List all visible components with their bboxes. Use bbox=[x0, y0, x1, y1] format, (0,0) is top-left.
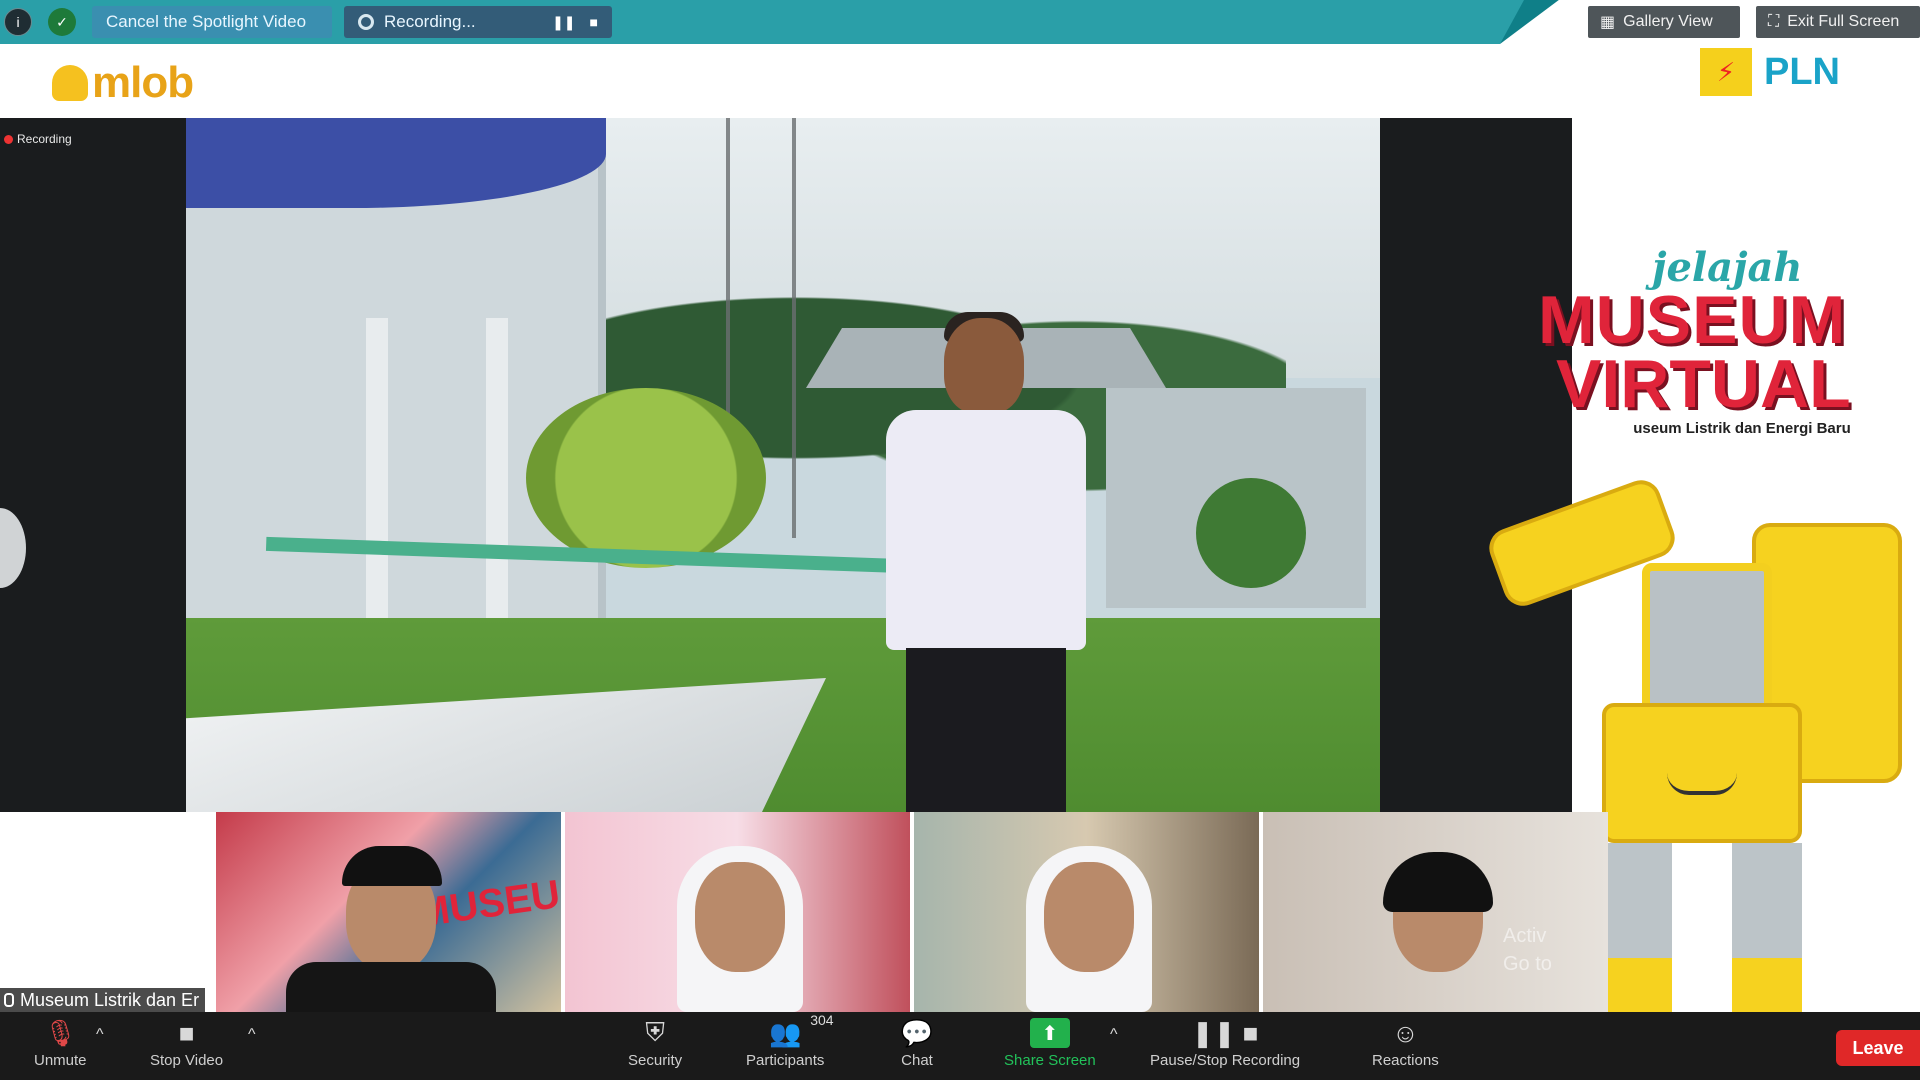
speaker-name-tag: Museum Listrik dan Er bbox=[0, 988, 206, 1012]
reactions-button[interactable]: ☺ Reactions bbox=[1372, 1017, 1439, 1070]
building-roof bbox=[186, 118, 606, 208]
pause-recording-icon[interactable]: ❚❚ bbox=[552, 14, 575, 31]
pause-stop-recording-label: Pause/Stop Recording bbox=[1150, 1052, 1301, 1069]
audio-options-chevron-icon[interactable]: ^ bbox=[96, 1026, 104, 1044]
mlob-logo: mlob bbox=[52, 56, 194, 110]
exit-full-screen-button[interactable]: ⛶ Exit Full Screen bbox=[1756, 6, 1920, 38]
video-bush bbox=[526, 388, 766, 568]
participant-tile[interactable] bbox=[565, 812, 910, 1012]
meeting-info-icon[interactable]: i bbox=[4, 8, 32, 36]
share-screen-icon: ⬆ bbox=[1029, 1018, 1070, 1048]
spotlight-video[interactable] bbox=[186, 118, 1380, 812]
pln-logo: ⚡ PLN bbox=[1700, 44, 1840, 100]
watermark-line-1: Activ bbox=[1503, 925, 1547, 947]
reactions-label: Reactions bbox=[1372, 1052, 1439, 1069]
presenter-head bbox=[944, 318, 1024, 414]
recording-status-pill: Recording... ❚❚ ■ bbox=[344, 6, 612, 38]
mic-icon bbox=[4, 993, 14, 1007]
encryption-shield-icon[interactable]: ✓ bbox=[48, 8, 76, 36]
leave-button[interactable]: Leave bbox=[1836, 1030, 1920, 1066]
unmute-label: Unmute bbox=[34, 1052, 87, 1069]
recording-dot-icon bbox=[4, 134, 13, 144]
poster-museum: MUSEUM bbox=[1538, 282, 1847, 358]
gallery-view-button[interactable]: ▦ Gallery View bbox=[1588, 6, 1740, 38]
participants-icon: 👥 304 bbox=[769, 1012, 834, 1048]
museum-virtual-poster: jelajah MUSEUM VIRTUAL useum Listrik dan… bbox=[1483, 118, 1920, 1018]
robot-leg-left bbox=[1602, 843, 1672, 1018]
building-pillar bbox=[366, 318, 388, 638]
participant-tile[interactable]: MUSEU bbox=[216, 812, 561, 1012]
muted-mic-icon: 🎙 bbox=[43, 1017, 77, 1048]
speaker-name: Museum Listrik dan Er bbox=[20, 989, 200, 1010]
recording-indicator: Recording bbox=[4, 132, 72, 146]
recording-status-label: Recording... bbox=[384, 12, 476, 31]
share-options-chevron-icon[interactable]: ^ bbox=[1110, 1026, 1118, 1044]
pause-stop-recording-button[interactable]: ❚❚ ■ Pause/Stop Recording bbox=[1150, 1017, 1301, 1070]
stop-video-label: Stop Video bbox=[150, 1052, 224, 1069]
video-small-tree bbox=[1196, 478, 1306, 588]
presenter-pants bbox=[906, 648, 1066, 812]
lightning-logo-icon: ⚡ bbox=[1700, 48, 1752, 96]
mlob-logo-text: mlob bbox=[92, 58, 194, 107]
robot-smile bbox=[1667, 773, 1737, 795]
presenter-shirt bbox=[886, 410, 1086, 650]
participant-cap bbox=[342, 846, 442, 886]
smiley-icon: ☺ bbox=[1392, 1017, 1419, 1048]
activation-watermark: Activ Go to bbox=[1503, 922, 1552, 978]
sun-logo-icon bbox=[52, 65, 88, 101]
exit-full-screen-label: Exit Full Screen bbox=[1787, 13, 1900, 30]
security-button[interactable]: ⛨ Security bbox=[628, 1017, 683, 1069]
video-camera-icon: ■ bbox=[178, 1017, 195, 1048]
shield-icon: ⛨ bbox=[645, 1017, 665, 1047]
participants-label: Participants bbox=[746, 1052, 825, 1069]
chat-bubble-icon: 💬 bbox=[900, 1017, 934, 1048]
poster-subtitle: useum Listrik dan Energi Baru bbox=[1633, 420, 1851, 437]
robot-leg-right bbox=[1732, 843, 1802, 1018]
participant-face bbox=[695, 862, 785, 972]
recording-indicator-label: Recording bbox=[17, 132, 72, 146]
robot-head bbox=[1642, 563, 1772, 713]
unmute-button[interactable]: 🎙 Unmute bbox=[34, 1017, 87, 1070]
cancel-spotlight-button[interactable]: Cancel the Spotlight Video bbox=[92, 6, 332, 38]
gallery-view-label: Gallery View bbox=[1623, 13, 1713, 30]
participant-body bbox=[286, 962, 496, 1012]
participant-tile[interactable] bbox=[914, 812, 1259, 1012]
chat-button[interactable]: 💬 Chat bbox=[900, 1017, 934, 1070]
video-options-chevron-icon[interactable]: ^ bbox=[248, 1026, 256, 1044]
pause-stop-icon: ❚❚ ■ bbox=[1191, 1017, 1259, 1048]
participant-tile[interactable]: Activ Go to bbox=[1263, 812, 1608, 1012]
recording-icon bbox=[358, 14, 374, 30]
meeting-toolbar: 🎙 Unmute ^ ■ Stop Video ^ ⛨ Security 👥 3… bbox=[0, 1012, 1920, 1080]
presenter bbox=[866, 312, 1106, 812]
grid-icon: ▦ bbox=[1600, 14, 1616, 31]
exit-full-screen-icon: ⛶ bbox=[1768, 13, 1780, 30]
participants-button[interactable]: 👥 304 Participants bbox=[746, 1012, 834, 1069]
stop-recording-icon[interactable]: ■ bbox=[590, 14, 598, 31]
chat-label: Chat bbox=[901, 1052, 933, 1069]
share-screen-button[interactable]: ⬆ Share Screen bbox=[1004, 1018, 1096, 1069]
poster-virtual: VIRTUAL bbox=[1556, 346, 1851, 422]
participant-hair bbox=[1383, 852, 1493, 912]
pln-logo-text: PLN bbox=[1764, 50, 1840, 93]
share-screen-label: Share Screen bbox=[1004, 1052, 1096, 1069]
watermark-line-2: Go to bbox=[1503, 953, 1552, 975]
participant-thumbnails: MUSEU Activ Go to bbox=[216, 812, 1608, 1012]
cancel-spotlight-label: Cancel the Spotlight Video bbox=[106, 12, 307, 31]
security-label: Security bbox=[628, 1052, 683, 1069]
participants-count: 304 bbox=[810, 1012, 834, 1028]
participant-face bbox=[1044, 862, 1134, 972]
stop-video-button[interactable]: ■ Stop Video bbox=[150, 1017, 224, 1070]
leave-label: Leave bbox=[1852, 1037, 1904, 1058]
building-pillar bbox=[486, 318, 508, 638]
